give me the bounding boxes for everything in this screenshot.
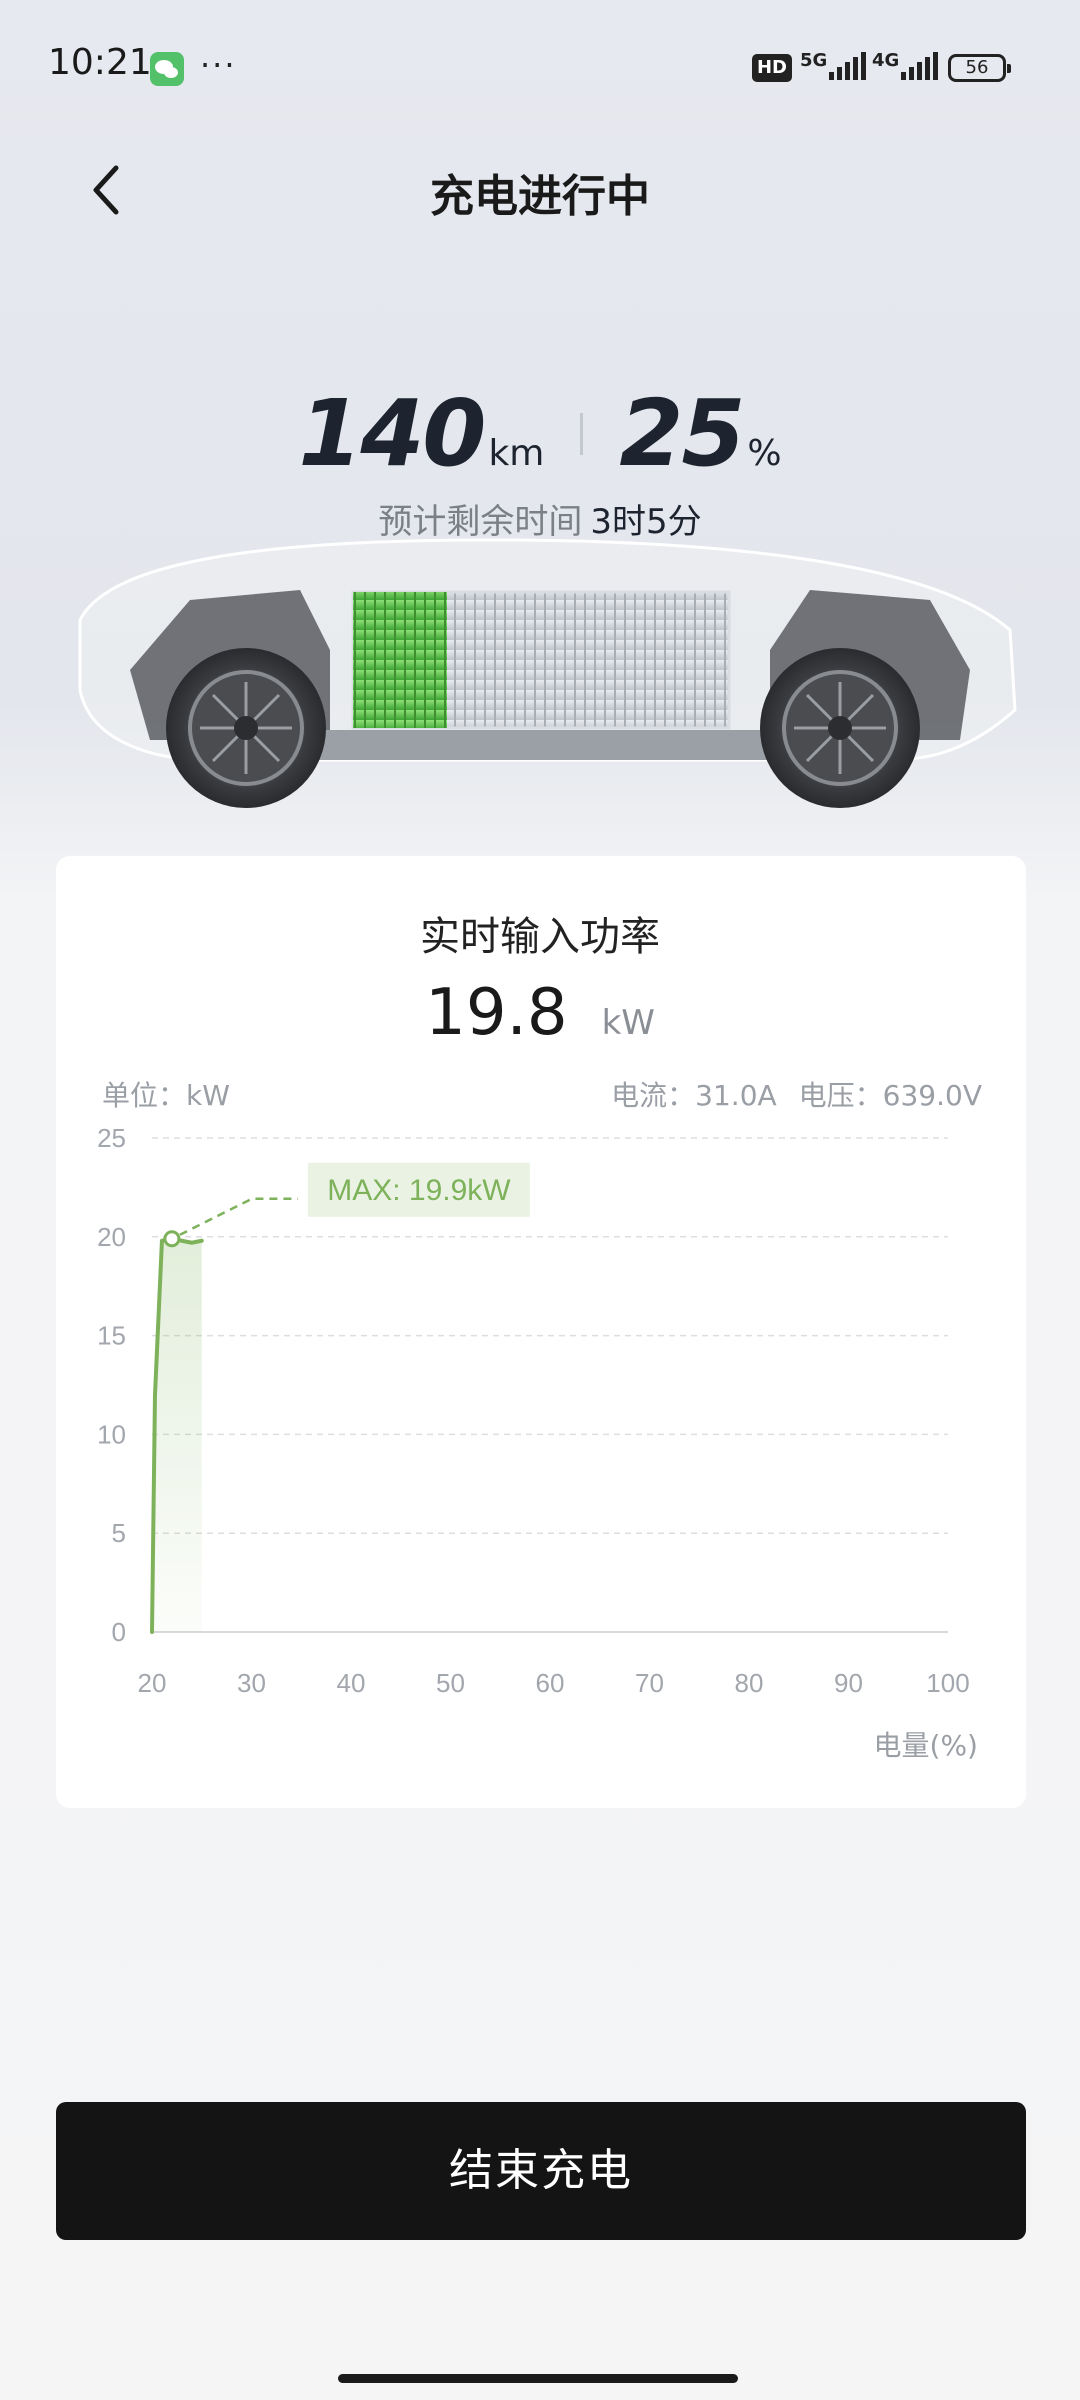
hd-badge: HD bbox=[752, 54, 792, 82]
chart-x-axis-label: 电量(%) bbox=[873, 1729, 978, 1762]
net-4g-label: 4G bbox=[872, 50, 900, 71]
charge-stats: 140 km 25 % bbox=[0, 380, 1080, 487]
voltage-reading: 电压：639.0V bbox=[798, 1079, 982, 1112]
battery-pack bbox=[351, 590, 731, 730]
x-tick-label: 40 bbox=[337, 1668, 366, 1698]
car-chassis-illustration bbox=[78, 538, 1017, 808]
signal-4g-icon: 4G bbox=[872, 50, 939, 80]
chart-unit-label: 单位：kW bbox=[102, 1079, 230, 1112]
max-leader-line bbox=[179, 1197, 298, 1236]
x-tick-label: 100 bbox=[926, 1668, 969, 1698]
soc-value: 25 bbox=[619, 380, 745, 487]
status-time: 10:21 bbox=[48, 42, 152, 83]
power-readout: 19.8 kW bbox=[0, 976, 1080, 1050]
power-unit: kW bbox=[601, 1003, 655, 1043]
power-value: 19.8 bbox=[425, 976, 568, 1050]
range-value: 140 bbox=[298, 380, 486, 487]
power-chart: 0 5 10 15 20 25 20 30 40 50 60 70 80 90 100 MAX: 19.9kW bbox=[97, 1123, 970, 1698]
page-title: 充电进行中 bbox=[430, 171, 650, 222]
battery-icon: 56 bbox=[948, 54, 1011, 82]
home-indicator[interactable] bbox=[338, 2374, 738, 2383]
more-notifications-icon: ··· bbox=[200, 46, 237, 84]
y-tick-label: 0 bbox=[112, 1617, 126, 1647]
electrical-readings: 电流：31.0A 电压：639.0V bbox=[611, 1074, 982, 1114]
net-5g-label: 5G bbox=[800, 50, 828, 71]
y-tick-label: 15 bbox=[97, 1321, 126, 1351]
x-tick-label: 50 bbox=[436, 1668, 465, 1698]
x-tick-label: 20 bbox=[138, 1668, 167, 1698]
max-point-marker bbox=[163, 1230, 181, 1248]
x-tick-label: 90 bbox=[834, 1668, 863, 1698]
stats-divider bbox=[580, 412, 584, 455]
x-tick-label: 30 bbox=[237, 1668, 266, 1698]
current-reading: 电流：31.0A bbox=[611, 1079, 777, 1112]
x-tick-label: 70 bbox=[635, 1668, 664, 1698]
y-tick-label: 5 bbox=[112, 1518, 126, 1548]
y-tick-label: 10 bbox=[97, 1419, 126, 1449]
x-tick-label: 80 bbox=[735, 1668, 764, 1698]
y-tick-label: 20 bbox=[97, 1222, 126, 1252]
card-title: 实时输入功率 bbox=[420, 914, 660, 960]
y-tick-label: 25 bbox=[97, 1123, 126, 1153]
soc-unit: % bbox=[747, 433, 782, 474]
range-unit: km bbox=[488, 433, 545, 474]
max-label: MAX: 19.9kW bbox=[327, 1174, 511, 1207]
x-tick-label: 60 bbox=[536, 1668, 565, 1698]
signal-5g-icon: 5G bbox=[800, 50, 867, 80]
wechat-icon bbox=[150, 52, 184, 86]
end-charging-button[interactable]: 结束充电 bbox=[56, 2102, 1026, 2240]
